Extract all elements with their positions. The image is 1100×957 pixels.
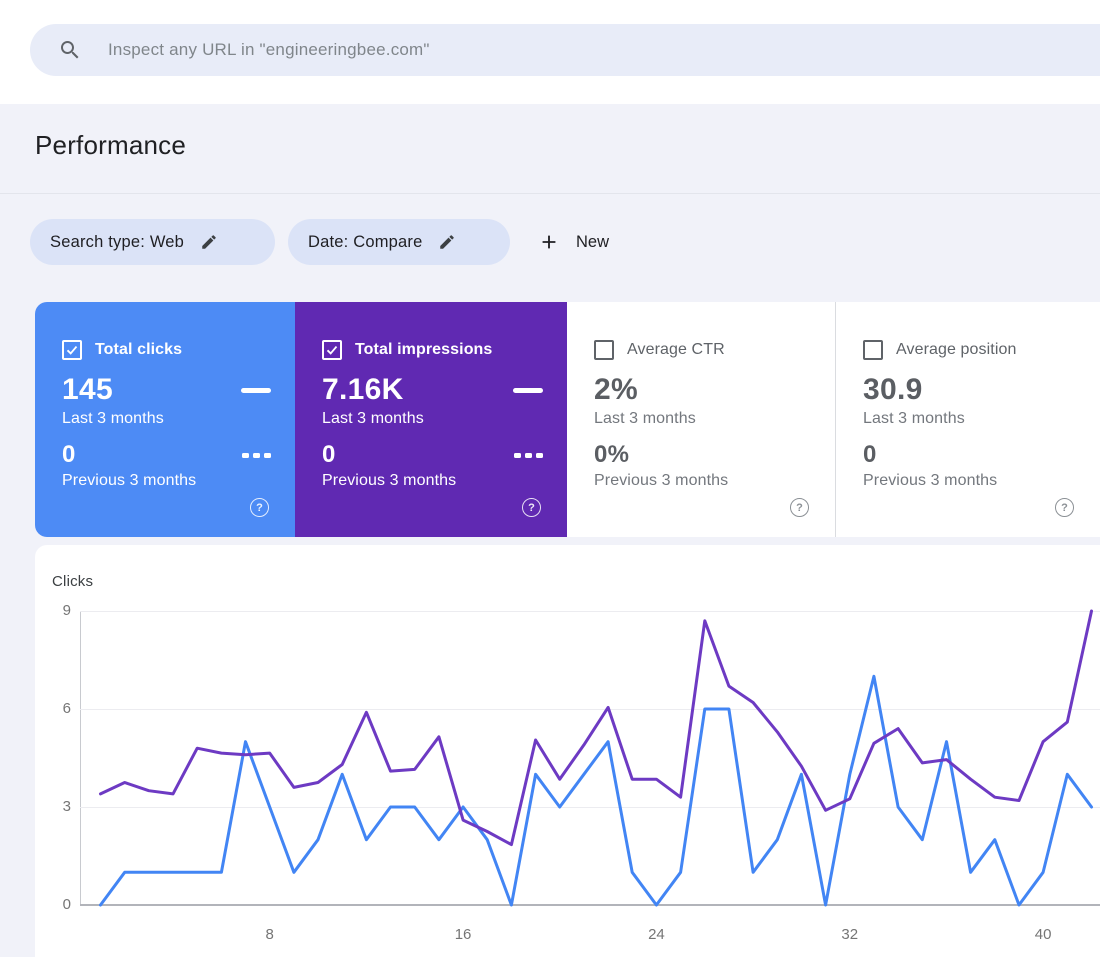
clicks-chart-svg[interactable] bbox=[80, 601, 1100, 913]
new-filter-button[interactable]: New bbox=[538, 219, 609, 265]
plus-icon bbox=[538, 231, 560, 253]
card-label: Total clicks bbox=[95, 341, 182, 359]
help-icon[interactable]: ? bbox=[790, 498, 809, 517]
search-placeholder: Inspect any URL in "engineeringbee.com" bbox=[108, 40, 430, 60]
chart-axis-title: Clicks bbox=[52, 573, 93, 590]
new-filter-label: New bbox=[576, 233, 609, 252]
y-tick-label: 0 bbox=[35, 895, 71, 915]
primary-value: 145 bbox=[62, 373, 113, 407]
y-tick-label: 3 bbox=[35, 797, 71, 817]
card-average-ctr[interactable]: Average CTR 2% Last 3 months 0% Previous… bbox=[567, 302, 835, 537]
secondary-period: Previous 3 months bbox=[594, 472, 811, 490]
secondary-period: Previous 3 months bbox=[863, 472, 1076, 490]
chip-date-compare-label: Date: Compare bbox=[308, 233, 422, 252]
title-section: Performance bbox=[0, 104, 1100, 194]
primary-period: Last 3 months bbox=[62, 410, 271, 428]
clicks-chart-card: Clicks 8 16 24 32 40 0 3 6 9 bbox=[35, 545, 1100, 957]
search-console-performance-page: Inspect any URL in "engineeringbee.com" … bbox=[0, 0, 1100, 957]
help-icon[interactable]: ? bbox=[250, 498, 269, 517]
secondary-value: 0 bbox=[863, 441, 877, 469]
checkbox-checked-icon[interactable] bbox=[62, 340, 82, 360]
y-tick-label: 6 bbox=[35, 699, 71, 719]
y-tick-label: 9 bbox=[35, 601, 71, 621]
primary-period: Last 3 months bbox=[322, 410, 543, 428]
dashed-line-marker bbox=[510, 453, 543, 458]
x-tick-label: 8 bbox=[266, 926, 274, 943]
secondary-value: 0 bbox=[322, 441, 336, 469]
card-total-clicks[interactable]: Total clicks 145 Last 3 months 0 Previou… bbox=[35, 302, 295, 537]
edit-pencil-icon bbox=[438, 233, 456, 251]
solid-line-marker bbox=[513, 388, 543, 393]
secondary-value: 0% bbox=[594, 441, 629, 469]
page-title: Performance bbox=[35, 130, 186, 161]
url-inspect-searchbox[interactable]: Inspect any URL in "engineeringbee.com" bbox=[30, 24, 1100, 76]
primary-value: 30.9 bbox=[863, 373, 923, 407]
x-tick-label: 32 bbox=[841, 926, 858, 943]
primary-period: Last 3 months bbox=[863, 410, 1076, 428]
checkbox-unchecked-icon[interactable] bbox=[863, 340, 883, 360]
x-tick-label: 40 bbox=[1035, 926, 1052, 943]
top-bar: Inspect any URL in "engineeringbee.com" bbox=[0, 0, 1100, 104]
checkbox-unchecked-icon[interactable] bbox=[594, 340, 614, 360]
card-label: Total impressions bbox=[355, 341, 492, 359]
secondary-period: Previous 3 months bbox=[62, 472, 271, 490]
card-average-position[interactable]: Average position 30.9 Last 3 months 0 Pr… bbox=[835, 302, 1100, 537]
card-label: Average CTR bbox=[627, 341, 725, 359]
card-label: Average position bbox=[896, 341, 1017, 359]
dashed-line-marker bbox=[238, 453, 271, 458]
x-tick-label: 24 bbox=[648, 926, 665, 943]
search-icon bbox=[58, 38, 82, 62]
chip-search-type-label: Search type: Web bbox=[50, 233, 184, 252]
primary-value: 7.16K bbox=[322, 373, 404, 407]
checkbox-checked-icon[interactable] bbox=[322, 340, 342, 360]
card-total-impressions[interactable]: Total impressions 7.16K Last 3 months 0 … bbox=[295, 302, 567, 537]
primary-value: 2% bbox=[594, 373, 638, 407]
metric-cards-row: Total clicks 145 Last 3 months 0 Previou… bbox=[35, 302, 1100, 537]
edit-pencil-icon bbox=[200, 233, 218, 251]
x-tick-label: 16 bbox=[455, 926, 472, 943]
primary-period: Last 3 months bbox=[594, 410, 811, 428]
solid-line-marker bbox=[241, 388, 271, 393]
chip-date-compare[interactable]: Date: Compare bbox=[288, 219, 510, 265]
help-icon[interactable]: ? bbox=[1055, 498, 1074, 517]
filter-bar: Search type: Web Date: Compare New bbox=[0, 193, 1100, 302]
help-icon[interactable]: ? bbox=[522, 498, 541, 517]
total-clicks-line bbox=[101, 676, 1092, 905]
secondary-value: 0 bbox=[62, 441, 76, 469]
total-impressions-line bbox=[101, 611, 1092, 845]
chip-search-type[interactable]: Search type: Web bbox=[30, 219, 275, 265]
secondary-period: Previous 3 months bbox=[322, 472, 543, 490]
